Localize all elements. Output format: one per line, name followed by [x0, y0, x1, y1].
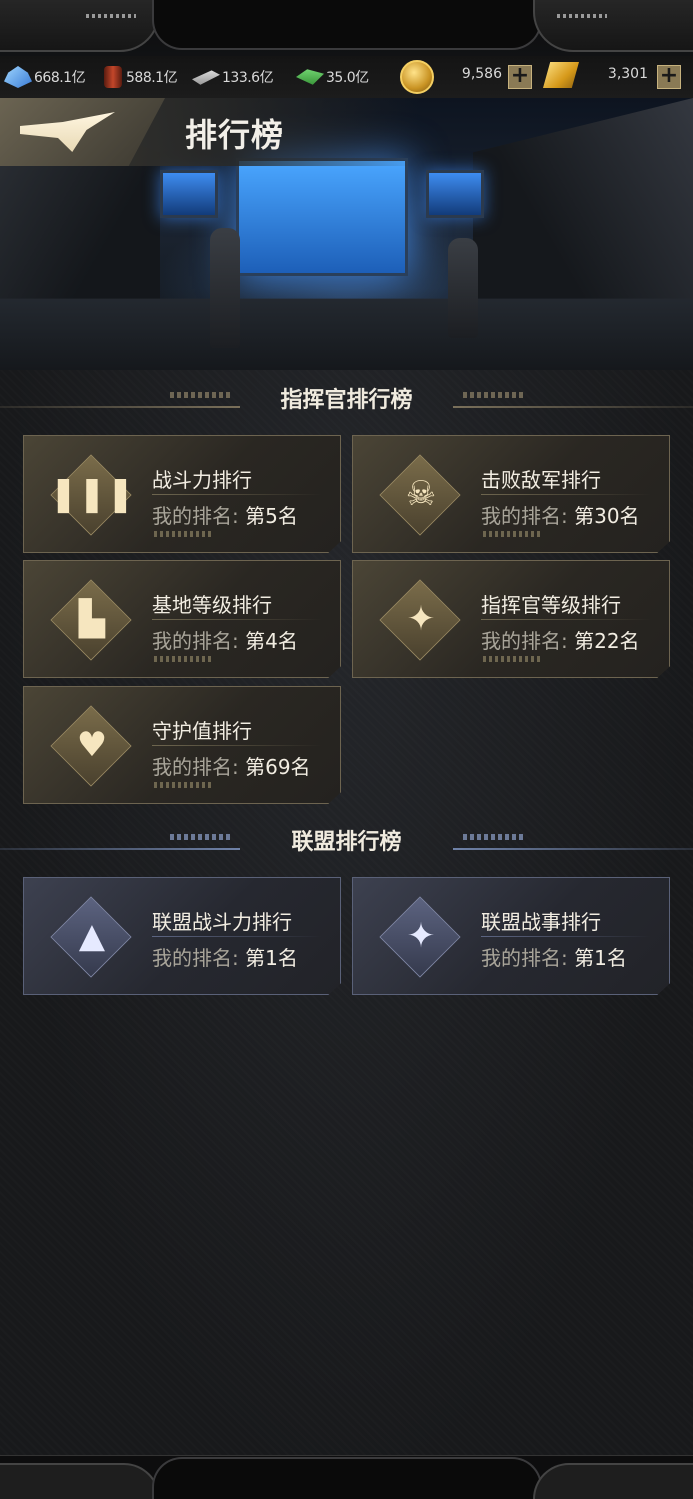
ranking-card-commander-level[interactable]: ✦ 指挥官等级排行 我的排名: 第22名 [352, 560, 670, 678]
oil-amount: 588.1亿 [126, 70, 178, 86]
my-rank: 我的排名: 第1名 [152, 946, 298, 970]
my-rank: 我的排名: 第30名 [481, 504, 640, 528]
winged-emblem-icon: ✦ [406, 916, 436, 956]
rank-value: 第1名 [574, 946, 627, 970]
bottom-frame [0, 1455, 693, 1499]
rank-value: 第1名 [245, 946, 298, 970]
resource-crystal: 668.1亿 [4, 64, 86, 90]
ranking-card-enemies-defeated[interactable]: ☠ 击败敌军排行 我的排名: 第30名 [352, 435, 670, 553]
resource-oil: 588.1亿 [104, 64, 178, 90]
steel-amount: 133.6亿 [222, 70, 274, 86]
soldier-figure [210, 228, 240, 348]
winged-heart-icon: ♥ [76, 725, 108, 765]
commander-section-header: 指挥官排行榜 [0, 382, 693, 422]
cash-icon [296, 69, 324, 85]
top-notch [152, 0, 542, 50]
ranking-card-alliance-battles[interactable]: ✦ 联盟战事排行 我的排名: 第1名 [352, 877, 670, 995]
resource-cash: 35.0亿 [296, 64, 369, 90]
bottom-notch [152, 1457, 542, 1499]
base-building-icon: ▙ [78, 599, 106, 639]
ranking-card-combat-power[interactable]: ❚❚❚ 战斗力排行 我的排名: 第5名 [23, 435, 341, 553]
skull-helmet-icon: ☠ [405, 474, 437, 514]
winged-chevron-icon: ✦ [406, 599, 436, 639]
top-frame-right [533, 0, 693, 52]
card-title: 守护值排行 [152, 719, 252, 743]
rank-value: 第30名 [574, 504, 640, 528]
my-rank: 我的排名: 第1名 [481, 946, 627, 970]
ranking-card-alliance-power[interactable]: ▲ 联盟战斗力排行 我的排名: 第1名 [23, 877, 341, 995]
bullets-icon: ❚❚❚ [49, 474, 135, 514]
rank-value: 第22名 [574, 629, 640, 653]
commander-section-title: 指挥官排行榜 [280, 388, 413, 413]
rank-value: 第69名 [245, 755, 311, 779]
alliance-section-header: 联盟排行榜 [0, 824, 693, 864]
my-rank: 我的排名: 第4名 [152, 629, 298, 653]
soldier-figure [448, 238, 478, 338]
card-title: 联盟战事排行 [481, 910, 601, 934]
page-title: 排行榜 [185, 116, 285, 154]
command-screen [236, 158, 408, 276]
rank-value: 第4名 [245, 629, 298, 653]
card-title: 基地等级排行 [152, 593, 272, 617]
resource-steel: 133.6亿 [192, 64, 274, 90]
ranking-card-guardian-value[interactable]: ♥ 守护值排行 我的排名: 第69名 [23, 686, 341, 804]
add-gold-button[interactable]: + [657, 65, 681, 89]
my-rank: 我的排名: 第22名 [481, 629, 640, 653]
card-title: 战斗力排行 [152, 468, 252, 492]
card-title: 指挥官等级排行 [481, 593, 621, 617]
top-frame-left [0, 0, 160, 52]
card-title: 联盟战斗力排行 [152, 910, 292, 934]
coin-icon [400, 60, 434, 94]
cash-amount: 35.0亿 [326, 70, 369, 86]
my-rank: 我的排名: 第69名 [152, 755, 311, 779]
alliance-section-title: 联盟排行榜 [291, 830, 402, 855]
coins-amount: 9,586 [461, 66, 502, 82]
steel-icon [192, 70, 220, 85]
my-rank: 我的排名: 第5名 [152, 504, 298, 528]
crystal-amount: 668.1亿 [34, 70, 86, 86]
add-coins-button[interactable]: + [508, 65, 532, 89]
ranking-card-base-level[interactable]: ▙ 基地等级排行 我的排名: 第4名 [23, 560, 341, 678]
top-frame [0, 0, 693, 56]
crystal-icon [4, 66, 32, 88]
card-title: 击败敌军排行 [481, 468, 601, 492]
rank-value: 第5名 [245, 504, 298, 528]
winged-bullet-icon: ▲ [78, 916, 106, 956]
gold-amount: 3,301 [607, 66, 648, 82]
oil-barrel-icon [104, 66, 122, 88]
